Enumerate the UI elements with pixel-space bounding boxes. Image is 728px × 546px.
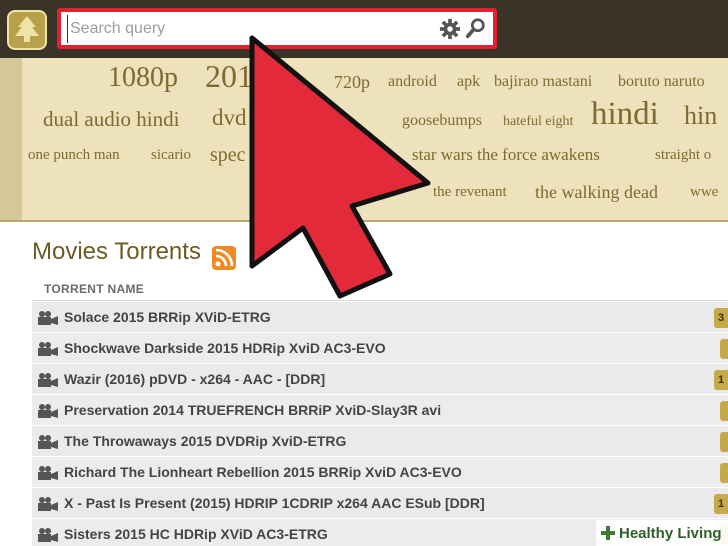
tag-star-wars[interactable]: star wars the force awakens [412,145,600,165]
tag-cloud: 1080p 2016 720p android apk bajirao mast… [0,58,728,222]
tag-dual-audio-hindi[interactable]: dual audio hindi [43,107,179,132]
tag-bajirao-mastani[interactable]: bajirao mastani [494,73,592,91]
seed-badge [720,463,728,483]
rss-icon[interactable] [212,246,236,270]
section-title: Movies Torrents [32,238,201,265]
table-row[interactable]: Preservation 2014 TRUEFRENCH BRRiP XviD-… [32,395,728,426]
search-icon[interactable] [465,17,487,39]
torrent-name[interactable]: The Throwaways 2015 DVDRip XviD-ETRG [64,433,346,449]
tag-hin[interactable]: hin [684,101,717,131]
table-row[interactable]: Wazir (2016) pDVD - x264 - AAC - [DDR] 1 [32,364,728,395]
healthy-living-watermark: Healthy Living [596,520,728,546]
video-camera-icon [38,435,58,449]
torrent-list: Solace 2015 BRRip XViD-ETRG 3 Shockwave … [32,302,728,546]
tag-sicario[interactable]: sicario [151,147,191,164]
site-logo[interactable] [7,10,47,50]
torrent-name[interactable]: Shockwave Darkside 2015 HDRip XviD AC3-E… [64,340,386,356]
video-camera-icon [38,528,58,542]
video-camera-icon [38,311,58,325]
seed-badge: 1 [714,370,728,390]
video-camera-icon [38,404,58,418]
watermark-text: Healthy Living [619,524,722,542]
table-row[interactable]: Shockwave Darkside 2015 HDRip XviD AC3-E… [32,333,728,364]
table-row[interactable]: X - Past Is Present (2015) HDRIP 1CDRIP … [32,488,728,519]
video-camera-icon [38,466,58,480]
seed-badge [720,432,728,452]
search-box [57,8,497,49]
tag-one-punch-man[interactable]: one punch man [28,147,120,164]
tag-2016[interactable]: 2016 [205,58,269,95]
seed-badge: 1 [714,494,728,514]
tag-hindi[interactable]: hindi [591,96,659,133]
torrent-name[interactable]: Solace 2015 BRRip XViD-ETRG [64,309,271,325]
tree-icon [15,16,39,42]
seed-badge: 3 [714,308,728,328]
tag-1080p[interactable]: 1080p [108,62,178,94]
torrent-name[interactable]: Preservation 2014 TRUEFRENCH BRRiP XviD-… [64,402,441,418]
video-camera-icon [38,497,58,511]
torrent-name[interactable]: X - Past Is Present (2015) HDRIP 1CDRIP … [64,495,485,511]
plus-leaf-icon [601,526,615,540]
tag-hateful-eight[interactable]: hateful eight [503,114,573,130]
seed-badge [720,401,728,421]
tag-the-revenant[interactable]: the revenant [433,184,507,201]
gear-icon[interactable] [439,18,461,40]
tag-android[interactable]: android [388,73,437,91]
torrent-name[interactable]: Richard The Lionheart Rebellion 2015 BRR… [64,464,462,480]
tag-boruto-naruto[interactable]: boruto naruto [618,73,705,91]
table-row[interactable]: Richard The Lionheart Rebellion 2015 BRR… [32,457,728,488]
tag-apk[interactable]: apk [457,73,480,91]
search-input[interactable] [67,15,427,43]
tag-720p[interactable]: 720p [334,72,370,93]
tag-dvd[interactable]: dvd [212,105,247,131]
torrent-name[interactable]: Wazir (2016) pDVD - x264 - AAC - [DDR] [64,371,325,387]
header-divider [32,300,728,301]
column-header-torrent-name[interactable]: TORRENT NAME [44,282,144,296]
table-row[interactable]: The Throwaways 2015 DVDRip XviD-ETRG [32,426,728,457]
cloud-edge [0,58,22,220]
tag-goosebumps[interactable]: goosebumps [402,112,482,130]
tag-wwe[interactable]: wwe [690,184,718,201]
tag-the-walking-dead[interactable]: the walking dead [535,182,658,203]
top-bar [0,0,728,58]
torrent-name[interactable]: Sisters 2015 HC HDRip XViD AC3-ETRG [64,526,328,542]
table-row[interactable]: Solace 2015 BRRip XViD-ETRG 3 [32,302,728,333]
video-camera-icon [38,373,58,387]
tag-spec[interactable]: spec [210,144,246,167]
tag-straight-o[interactable]: straight o [655,147,711,164]
seed-badge [720,339,728,359]
video-camera-icon [38,342,58,356]
